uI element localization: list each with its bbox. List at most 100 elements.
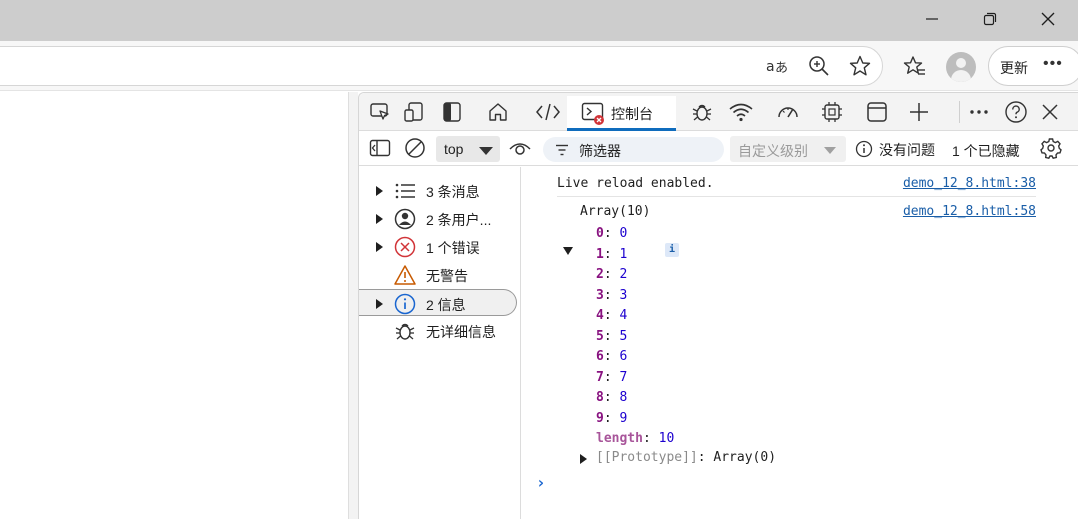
sidebar-item-label: 无警告: [426, 268, 468, 284]
profile-avatar[interactable]: [946, 52, 976, 82]
device-emulation-icon[interactable]: [399, 98, 429, 126]
source-link[interactable]: demo_12_8.html:58: [903, 204, 1036, 219]
sidebar-item-messages[interactable]: 3 条消息: [359, 177, 517, 204]
restore-button[interactable]: [961, 0, 1019, 38]
zoom-icon[interactable]: [805, 52, 833, 80]
expand-arrow-icon[interactable]: [376, 214, 383, 224]
close-devtools-icon[interactable]: [1035, 98, 1065, 126]
issues-info-icon[interactable]: [855, 140, 873, 158]
console-icon: [581, 102, 604, 125]
info-badge-icon[interactable]: i: [665, 243, 679, 257]
source-link[interactable]: demo_12_8.html:38: [903, 176, 1036, 191]
live-expression-eye-icon[interactable]: [505, 134, 535, 162]
devtools-panel: 控制台 top 筛选器 自定义级别 没有问题 1 个已隐藏 3 条消息 2 条用…: [358, 92, 1078, 519]
message-divider: [557, 196, 1036, 197]
toggle-sidebar-icon[interactable]: [437, 98, 467, 126]
array-entry: 3: 3: [596, 288, 628, 303]
entry-key: 4: [596, 308, 604, 323]
entry-value: 10: [658, 431, 675, 446]
message-text: Live reload enabled.: [557, 176, 714, 191]
array-entry: 6: 6: [596, 349, 628, 364]
tab-memory-chip-icon[interactable]: [817, 98, 847, 126]
sidebar-item-user-messages[interactable]: 2 条用户...: [359, 205, 517, 232]
chevron-down-icon: [824, 147, 836, 154]
devtools-more-icon[interactable]: [964, 98, 994, 126]
tab-sources-bug-icon[interactable]: [687, 98, 717, 126]
entry-key: 2: [596, 267, 604, 282]
tab-network-wifi-icon[interactable]: [726, 98, 756, 126]
favorites-icon[interactable]: [901, 52, 929, 80]
svg-text:a: a: [766, 59, 775, 75]
more-menu-icon[interactable]: •••: [1043, 55, 1063, 73]
expand-arrow-icon[interactable]: [376, 242, 383, 252]
chevron-down-icon: [479, 147, 493, 155]
show-sidebar-icon[interactable]: [365, 134, 395, 162]
array-entry: 2: 2: [596, 267, 628, 282]
tab-performance-gauge-icon[interactable]: [773, 98, 803, 126]
prototype-key: [[Prototype]]: [596, 450, 698, 465]
tab-elements-icon[interactable]: [533, 98, 563, 126]
entry-value: 2: [619, 267, 628, 282]
expand-arrow-icon[interactable]: [376, 186, 383, 196]
console-filter-bar: top 筛选器 自定义级别 没有问题 1 个已隐藏: [359, 132, 1078, 166]
bug-icon: [395, 323, 415, 340]
console-prompt-icon[interactable]: ›: [536, 473, 546, 492]
log-level-selector[interactable]: 自定义级别: [730, 136, 846, 162]
minimize-icon: [926, 18, 938, 20]
restore-icon: [983, 12, 997, 26]
entry-value: 3: [619, 288, 628, 303]
log-level-label: 自定义级别: [738, 143, 808, 159]
console-filter-input[interactable]: 筛选器: [543, 137, 724, 162]
sidebar-item-label: 无详细信息: [426, 324, 496, 340]
read-aloud-icon[interactable]: aあ: [764, 52, 792, 80]
array-entry: 5: 5: [596, 329, 628, 344]
entry-key: 5: [596, 329, 604, 344]
console-message: Array(10) i demo_12_8.html:58: [522, 204, 1036, 257]
array-entry: 0: 0: [596, 226, 628, 241]
favorite-star-icon[interactable]: [846, 52, 874, 80]
minimize-button[interactable]: [903, 0, 961, 38]
tab-welcome-home-icon[interactable]: [483, 98, 513, 126]
error-icon: [394, 236, 416, 258]
collapse-arrow-icon[interactable]: [563, 247, 573, 255]
context-selector[interactable]: top: [436, 136, 500, 162]
issues-count[interactable]: 没有问题: [879, 140, 935, 160]
entry-value: 8: [619, 390, 628, 405]
inspect-element-icon[interactable]: [365, 98, 395, 126]
console-sidebar: 3 条消息 2 条用户... 1 个错误 无警告 2 信息 无详细信息: [359, 167, 521, 519]
array-summary[interactable]: Array(10): [580, 204, 650, 219]
tab-application-window-icon[interactable]: [862, 98, 892, 126]
user-icon: [394, 208, 416, 230]
entry-key: 0: [596, 226, 604, 241]
array-entry: 1: 1: [596, 247, 628, 262]
help-icon[interactable]: [1001, 98, 1031, 126]
sidebar-item-warnings[interactable]: 无警告: [359, 261, 517, 288]
update-button[interactable]: 更新 •••: [988, 46, 1078, 86]
console-settings-gear-icon[interactable]: [1036, 134, 1066, 162]
filter-icon: [556, 144, 568, 156]
sidebar-item-info[interactable]: 2 信息: [359, 289, 517, 316]
clear-console-icon[interactable]: [400, 134, 430, 162]
tab-console[interactable]: 控制台: [567, 96, 676, 131]
sidebar-item-label: 3 条消息: [426, 184, 480, 200]
expand-arrow-icon[interactable]: [376, 299, 383, 309]
array-entry: 9: 9: [596, 411, 628, 426]
address-bar[interactable]: [0, 46, 883, 86]
info-icon: [394, 293, 416, 315]
browser-toolbar: aあ 更新 •••: [0, 41, 1078, 91]
entry-value: 9: [619, 411, 628, 426]
sidebar-item-errors[interactable]: 1 个错误: [359, 233, 517, 260]
tab-separator: [959, 101, 960, 123]
pane-divider[interactable]: [349, 92, 358, 519]
array-prototype[interactable]: [[Prototype]]: Array(0): [596, 450, 776, 465]
expand-arrow-icon[interactable]: [580, 454, 587, 464]
console-message: Live reload enabled. demo_12_8.html:38: [522, 176, 1036, 196]
entry-value: 7: [619, 370, 628, 385]
sidebar-item-verbose[interactable]: 无详细信息: [359, 317, 517, 344]
entry-value: 1: [619, 247, 628, 262]
close-window-button[interactable]: [1019, 0, 1077, 38]
add-tool-plus-icon[interactable]: [904, 98, 934, 126]
console-output[interactable]: Live reload enabled. demo_12_8.html:38 A…: [522, 167, 1078, 519]
prototype-value: Array(0): [713, 450, 777, 465]
update-label: 更新: [1000, 60, 1028, 76]
